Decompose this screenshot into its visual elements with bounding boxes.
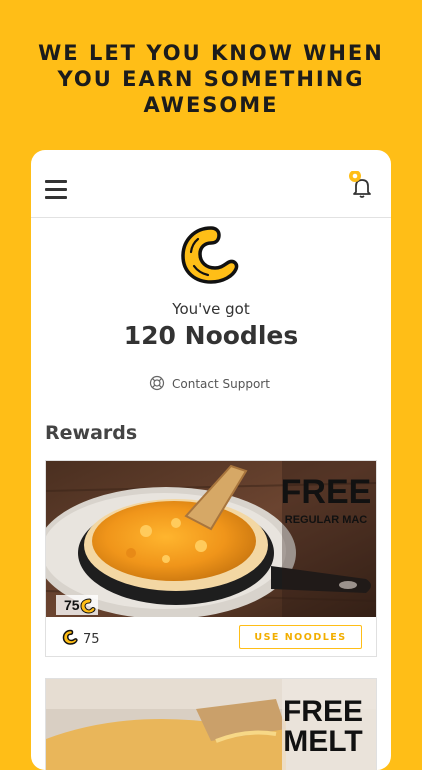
contact-support-link[interactable]: Contact Support <box>149 375 270 394</box>
top-bar <box>31 150 391 218</box>
reward-title-line2: REGULAR MAC <box>285 514 368 526</box>
reward-card-footer: 75 USE NOODLES <box>46 617 376 657</box>
reward-cost-value: 75 <box>83 632 100 647</box>
contact-support-label: Contact Support <box>172 377 270 391</box>
hamburger-icon[interactable] <box>45 180 67 199</box>
lifebuoy-icon <box>149 375 165 394</box>
use-noodles-button[interactable]: USE NOODLES <box>239 625 362 649</box>
reward-cost: 75 <box>62 629 100 650</box>
headline-line-3: AWESOME <box>143 93 279 117</box>
noodle-icon <box>62 629 78 650</box>
reward-badge-cost: 75 <box>64 597 80 613</box>
reward-image: FREE MELT <box>46 679 376 770</box>
reward-title-line2: MELT <box>283 725 362 758</box>
noodle-balance: 120 Noodles <box>123 321 299 350</box>
headline-line-1: WE LET YOU KNOW WHEN <box>38 41 384 65</box>
phone-screen: You've got 120 Noodles Contact Support R… <box>31 150 391 770</box>
reward-card[interactable]: FREE REGULAR MAC 75 75 USE NOODLES <box>45 460 377 657</box>
noodle-logo <box>177 222 241 290</box>
balance-label: You've got <box>172 300 250 318</box>
reward-image: FREE REGULAR MAC 75 <box>46 461 376 617</box>
reward-title-line1: FREE <box>283 695 363 728</box>
reward-card[interactable]: FREE MELT <box>45 678 377 770</box>
headline-line-2: YOU EARN SOMETHING <box>57 67 365 91</box>
headline: WE LET YOU KNOW WHEN YOU EARN SOMETHING … <box>0 40 422 118</box>
rewards-title: Rewards <box>45 422 138 444</box>
bell-icon[interactable] <box>347 170 377 201</box>
reward-title-line1: FREE <box>281 473 372 511</box>
